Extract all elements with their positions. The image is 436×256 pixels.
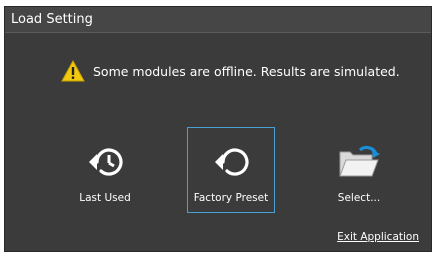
factory-preset-option[interactable]: Factory Preset <box>187 127 275 213</box>
select-file-option[interactable]: Select... <box>315 127 403 213</box>
folder-open-icon <box>336 142 382 182</box>
warning-icon <box>61 60 85 82</box>
last-used-label: Last Used <box>79 192 131 204</box>
select-label: Select... <box>337 192 381 204</box>
warning-message: Some modules are offline. Results are si… <box>93 63 400 79</box>
warning-banner: Some modules are offline. Results are si… <box>61 59 400 83</box>
exit-application-link[interactable]: Exit Application <box>337 231 419 243</box>
factory-preset-label: Factory Preset <box>193 192 269 204</box>
reset-icon <box>209 142 253 182</box>
dialog-title: Load Setting <box>5 7 431 33</box>
load-setting-dialog: Load Setting Some modules are offline. R… <box>4 6 432 252</box>
history-icon <box>83 142 127 182</box>
last-used-option[interactable]: Last Used <box>61 127 149 213</box>
